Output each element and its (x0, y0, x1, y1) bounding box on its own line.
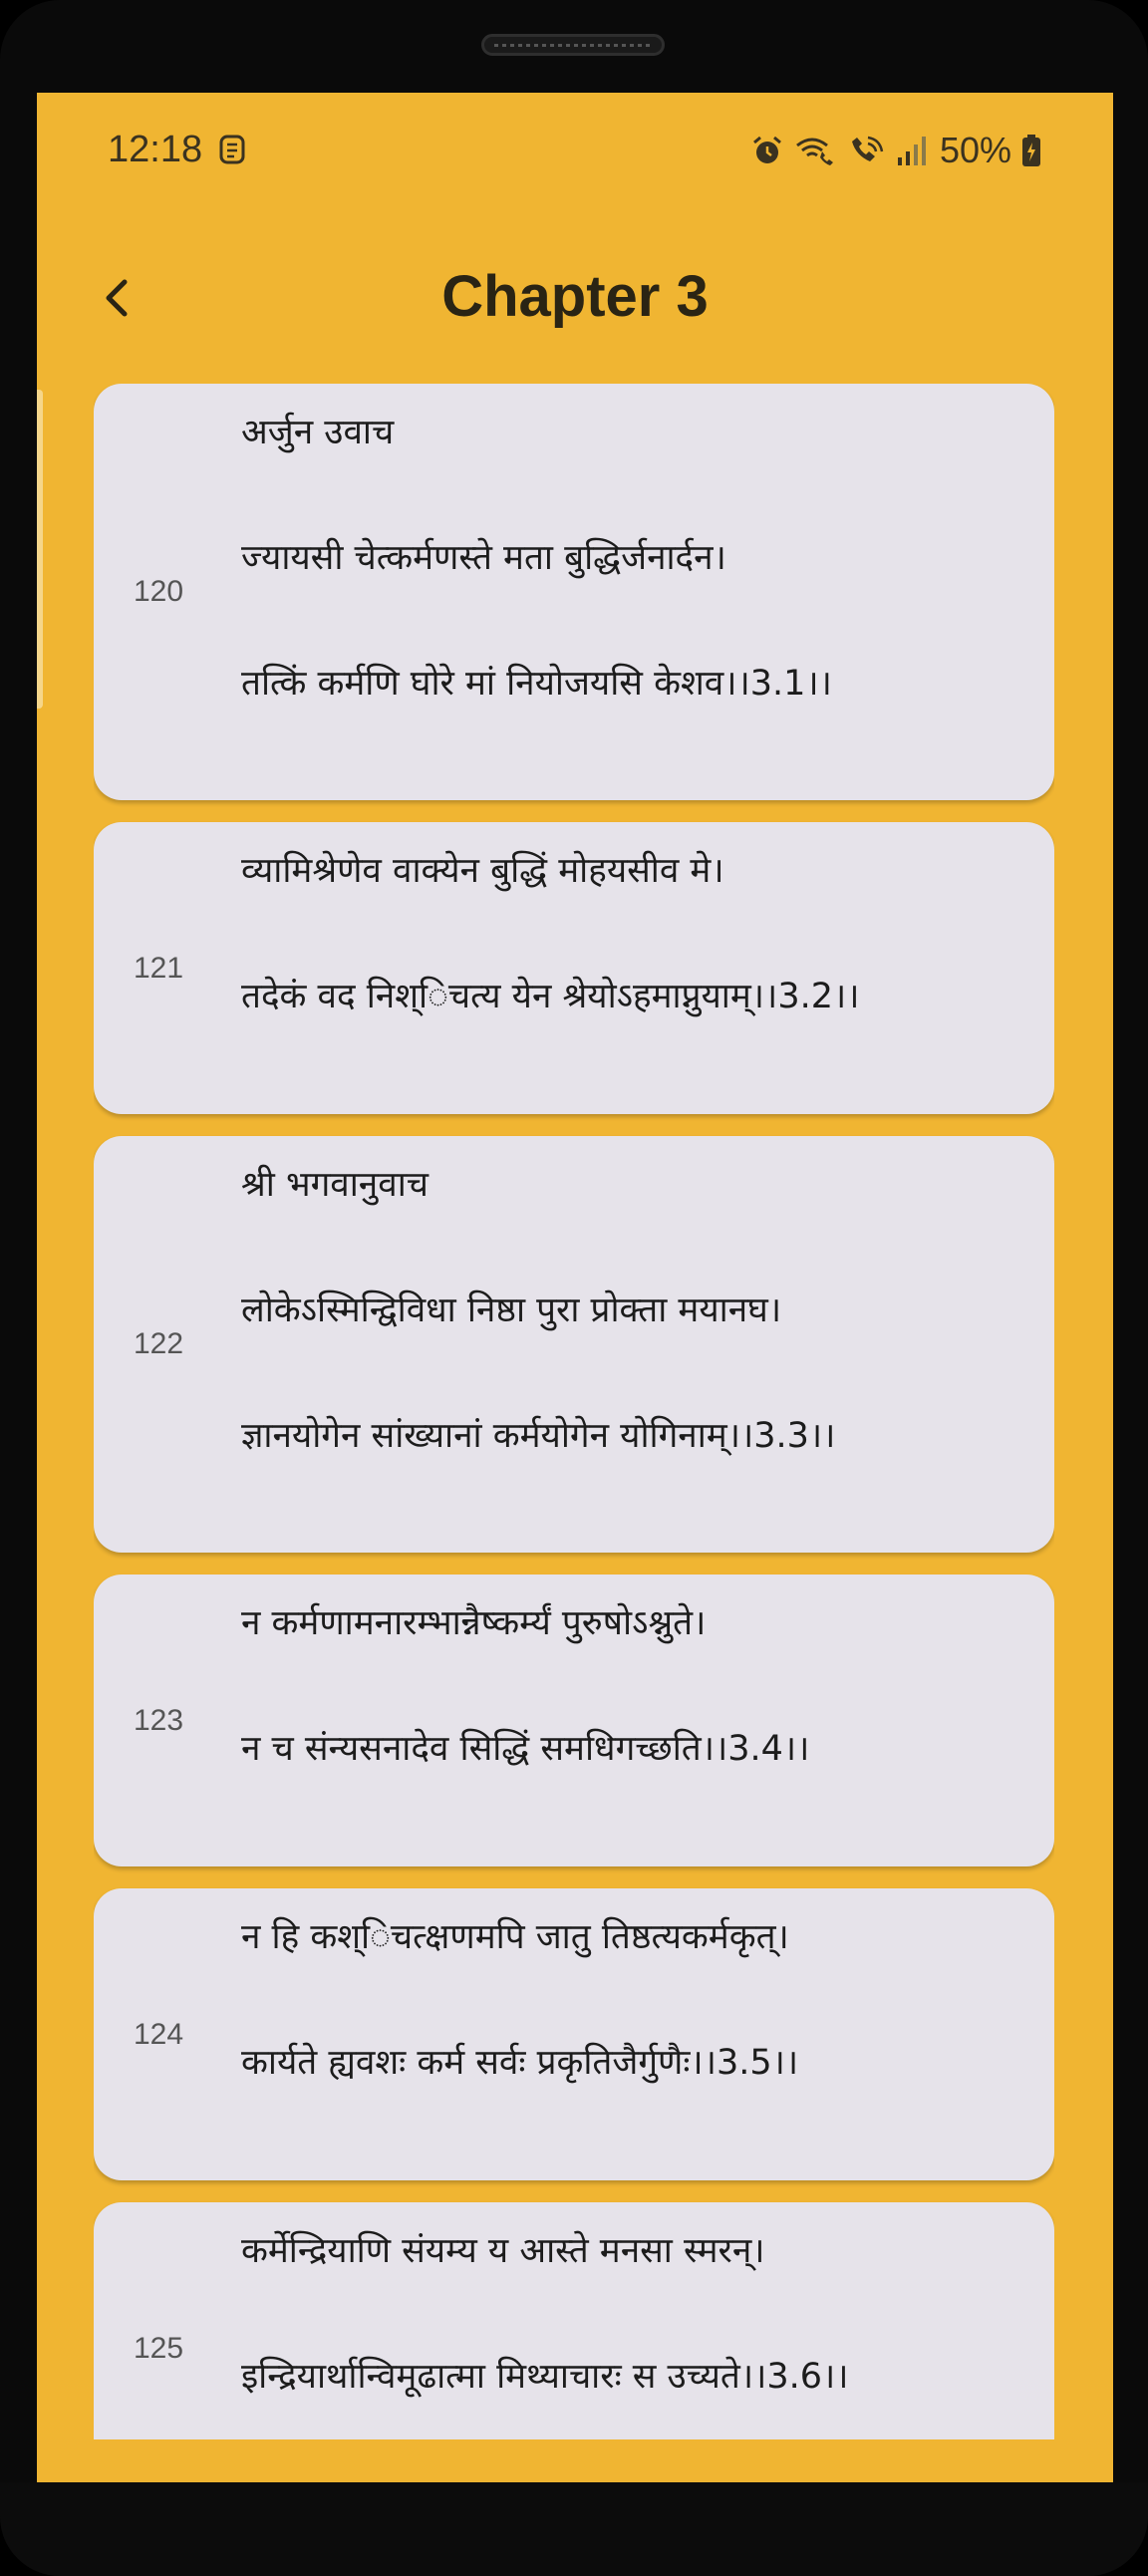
page-title: Chapter 3 (441, 264, 709, 329)
verse-text: कर्मेन्द्रियाणि संयम्य य आस्ते मनसा स्मर… (241, 2226, 1034, 2402)
verse-line: न हि कश्िचत्क्षणमपि जातु तिष्ठत्यकर्मकृत… (241, 1917, 789, 1957)
verse-line: तदेकं वद निश्िचत्य येन श्रेयोऽहमाप्नुयाम… (241, 977, 860, 1016)
verse-text: अर्जुन उवाच ज्यायसी चेत्कर्मणस्ते मता बु… (241, 408, 1034, 709)
verse-text: व्यामिश्रेणेव वाक्येन बुद्धिं मोहयसीव मे… (241, 846, 1034, 1021)
signal-icon (897, 137, 926, 165)
device-speaker (481, 34, 665, 56)
status-time: 12:18 (108, 129, 203, 170)
verse-card[interactable]: 125 कर्मेन्द्रियाणि संयम्य य आस्ते मनसा … (94, 2202, 1054, 2439)
verse-line: लोकेऽस्मिन्द्विविधा निष्ठा पुरा प्रोक्ता… (241, 1290, 782, 1330)
verse-line: श्री भगवानुवाच (241, 1165, 429, 1205)
verse-text: न हि कश्िचत्क्षणमपि जातु तिष्ठत्यकर्मकृत… (241, 1912, 1034, 2088)
verse-line: न कर्मणामनारम्भान्नैष्कर्म्यं पुरुषोऽश्न… (241, 1603, 707, 1643)
verse-card[interactable]: 123 न कर्मणामनारम्भान्नैष्कर्म्यं पुरुषो… (94, 1574, 1054, 1866)
verse-card[interactable]: 124 न हि कश्िचत्क्षणमपि जातु तिष्ठत्यकर्… (94, 1888, 1054, 2180)
verse-number: 120 (134, 575, 184, 608)
app-bar: Chapter 3 (37, 242, 1113, 352)
verse-number: 124 (134, 2017, 184, 2051)
status-bar: 12:18 50% (37, 93, 1113, 212)
verse-line: इन्द्रियार्थान्विमूढात्मा मिथ्याचारः स उ… (241, 2357, 849, 2397)
verse-number: 121 (134, 951, 184, 985)
verse-line: तत्किं कर्मणि घोरे मां नियोजयसि केशव।।3.… (241, 664, 832, 704)
verse-number: 123 (134, 1703, 184, 1737)
screen-record-icon (219, 135, 245, 164)
verse-line: व्यामिश्रेणेव वाक्येन बुद्धिं मोहयसीव मे… (241, 851, 724, 891)
verse-text: श्री भगवानुवाच लोकेऽस्मिन्द्विविधा निष्ठ… (241, 1160, 1034, 1461)
volte-call-icon (851, 136, 884, 161)
verse-number: 122 (134, 1327, 184, 1360)
battery-charging-icon (1022, 135, 1040, 166)
verse-list[interactable]: 120 अर्जुन उवाच ज्यायसी चेत्कर्मणस्ते मत… (94, 384, 1054, 2439)
verse-line: ज्ञानयोगेन सांख्यानां कर्मयोगेन योगिनाम्… (241, 1416, 836, 1456)
device-frame: 12:18 50% Chapter 3 120 अर्जुन उवाच ज्या… (0, 0, 1148, 2576)
app-screen: 12:18 50% Chapter 3 120 अर्जुन उवाच ज्या… (37, 93, 1113, 2482)
wifi-call-icon (796, 138, 833, 165)
verse-line: कार्यते ह्यवशः कर्म सर्वः प्रकृतिजैर्गुण… (241, 2043, 799, 2083)
verse-line: न च संन्यसनादेव सिद्धिं समधिगच्छति।।3.4।… (241, 1729, 810, 1769)
verse-text: न कर्मणामनारम्भान्नैष्कर्म्यं पुरुषोऽश्न… (241, 1598, 1034, 1774)
verse-line: कर्मेन्द्रियाणि संयम्य य आस्ते मनसा स्मर… (241, 2231, 765, 2271)
verse-line: ज्यायसी चेत्कर्मणस्ते मता बुद्धिर्जनार्द… (241, 538, 726, 578)
battery-percent: 50% (939, 130, 1011, 170)
system-nav-bar (0, 2482, 1148, 2576)
verse-card[interactable]: 120 अर्जुन उवाच ज्यायसी चेत्कर्मणस्ते मत… (94, 384, 1054, 800)
verse-card[interactable]: 121 व्यामिश्रेणेव वाक्येन बुद्धिं मोहयसी… (94, 822, 1054, 1114)
alarm-icon (752, 136, 781, 163)
status-icons: 50% (750, 130, 1041, 170)
drawer-edge-handle[interactable] (37, 390, 43, 709)
verse-card[interactable]: 122 श्री भगवानुवाच लोकेऽस्मिन्द्विविधा न… (94, 1136, 1054, 1553)
verse-line: अर्जुन उवाच (241, 413, 395, 452)
verse-number: 125 (134, 2331, 184, 2365)
